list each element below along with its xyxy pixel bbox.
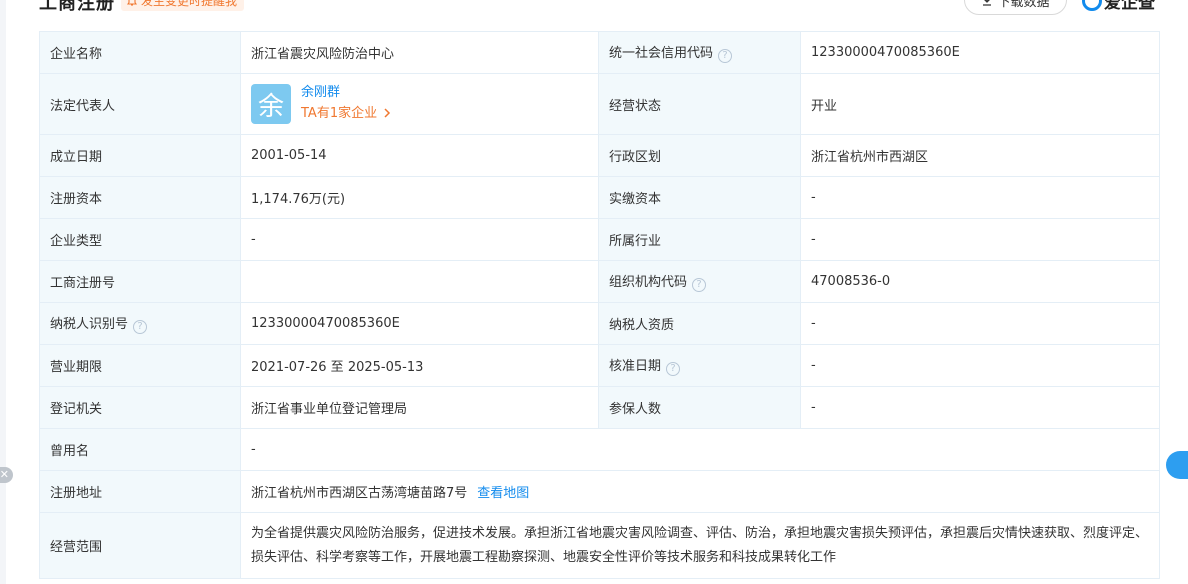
approval-date-label-cell: 核准日期? [598,344,801,387]
table-row: 企业类型 - 所属行业 - [39,218,1160,261]
table-row: 企业名称 浙江省震灾风险防治中心 统一社会信用代码? 1233000047008… [39,31,1160,74]
paid-capital-label: 实缴资本 [598,176,801,219]
insured-value: - [800,386,1160,429]
org-code-value: 47008536-0 [800,260,1160,303]
table-row: 成立日期 2001-05-14 行政区划 浙江省杭州市西湖区 [39,134,1160,177]
download-data-label: 下载数据 [997,0,1050,10]
founded-label: 成立日期 [39,134,241,177]
business-registration-table: 企业名称 浙江省震灾风险防治中心 统一社会信用代码? 1233000047008… [39,31,1160,579]
table-row: 曾用名 - [39,428,1160,471]
brand-name: 爱企查 [1104,0,1155,13]
region-value: 浙江省杭州市西湖区 [800,134,1160,177]
credit-code-value: 12330000470085360E [800,31,1160,74]
status-value: 开业 [800,73,1160,135]
taxpayer-id-label-cell: 纳税人识别号? [39,302,241,345]
legal-rep-cell: 余 余刚群 TA有1家企业 [240,73,599,135]
question-circle-icon[interactable]: ? [133,320,148,334]
taxpayer-id-label: 纳税人识别号 [50,317,129,332]
brand-logo[interactable]: 爱企查 [1082,0,1155,13]
founded-value: 2001-05-14 [240,134,599,177]
table-row: 工商注册号 组织机构代码? 47008536-0 [39,260,1160,303]
scope-label: 经营范围 [39,512,241,579]
company-name-value: 浙江省震灾风险防治中心 [240,31,599,74]
legal-rep-companies-text: TA有1家企业 [301,106,378,121]
table-row: 注册资本 1,174.76万(元) 实缴资本 - [39,176,1160,219]
chevron-right-icon [384,108,391,118]
taxpayer-quality-label: 纳税人资质 [598,302,801,345]
question-circle-icon[interactable]: ? [692,278,707,292]
download-icon [983,0,992,6]
industry-value: - [800,218,1160,261]
company-name-label: 企业名称 [39,31,241,74]
legal-rep-name-link[interactable]: 余刚群 [301,83,391,103]
left-sidebar-edge [0,0,6,584]
download-data-button[interactable]: 下载数据 [964,0,1067,15]
paid-capital-value: - [800,176,1160,219]
capital-value: 1,174.76万(元) [240,176,599,219]
bell-icon [126,0,138,6]
approval-date-label: 核准日期 [609,359,662,374]
former-name-label: 曾用名 [39,428,241,471]
close-icon[interactable]: ✕ [0,467,13,483]
status-label: 经营状态 [598,73,801,135]
credit-code-label-cell: 统一社会信用代码? [598,31,801,74]
capital-label: 注册资本 [39,176,241,219]
company-type-value: - [240,218,599,261]
view-map-link[interactable]: 查看地图 [477,486,529,501]
question-circle-icon[interactable]: ? [666,362,681,376]
page: 工商注册 发生变更时提醒我 下载数据 爱企查 企业名称 浙江省震灾风险防治中心 … [0,0,1188,584]
term-value: 2021-07-26 至 2025-05-13 [240,344,599,387]
address-cell: 浙江省杭州市西湖区古荡湾塘苗路7号 查看地图 [240,470,1160,513]
reg-no-value [240,260,599,303]
floating-toolbar-button[interactable] [1166,451,1188,479]
scope-value: 为全省提供震灾风险防治服务，促进技术发展。承担浙江省地震灾害风险调查、评估、防治… [240,512,1160,579]
approval-date-value: - [800,344,1160,387]
brand-mark-icon [1082,0,1102,11]
change-alert-label: 发生变更时提醒我 [141,0,238,8]
insured-label: 参保人数 [598,386,801,429]
org-code-label-cell: 组织机构代码? [598,260,801,303]
authority-label: 登记机关 [39,386,241,429]
org-code-label: 组织机构代码 [609,275,688,290]
change-alert-button[interactable]: 发生变更时提醒我 [121,0,245,11]
taxpayer-id-value: 12330000470085360E [240,302,599,345]
table-row: 纳税人识别号? 12330000470085360E 纳税人资质 - [39,302,1160,345]
term-label: 营业期限 [39,344,241,387]
question-circle-icon[interactable]: ? [718,49,733,63]
table-row: 法定代表人 余 余刚群 TA有1家企业 经营状态 开业 [39,73,1160,135]
legal-rep-label: 法定代表人 [39,73,241,135]
authority-value: 浙江省事业单位登记管理局 [240,386,599,429]
former-name-value: - [240,428,1160,471]
industry-label: 所属行业 [598,218,801,261]
legal-rep-companies-link[interactable]: TA有1家企业 [301,103,391,125]
reg-no-label: 工商注册号 [39,260,241,303]
address-label: 注册地址 [39,470,241,513]
table-row: 营业期限 2021-07-26 至 2025-05-13 核准日期? - [39,344,1160,387]
region-label: 行政区划 [598,134,801,177]
table-row: 注册地址 浙江省杭州市西湖区古荡湾塘苗路7号 查看地图 [39,470,1160,513]
taxpayer-quality-value: - [800,302,1160,345]
credit-code-label: 统一社会信用代码 [609,46,714,61]
section-title: 工商注册 [39,0,115,14]
address-value: 浙江省杭州市西湖区古荡湾塘苗路7号 [251,486,468,501]
table-row: 经营范围 为全省提供震灾风险防治服务，促进技术发展。承担浙江省地震灾害风险调查、… [39,512,1160,579]
company-type-label: 企业类型 [39,218,241,261]
table-row: 登记机关 浙江省事业单位登记管理局 参保人数 - [39,386,1160,429]
avatar[interactable]: 余 [251,84,291,124]
